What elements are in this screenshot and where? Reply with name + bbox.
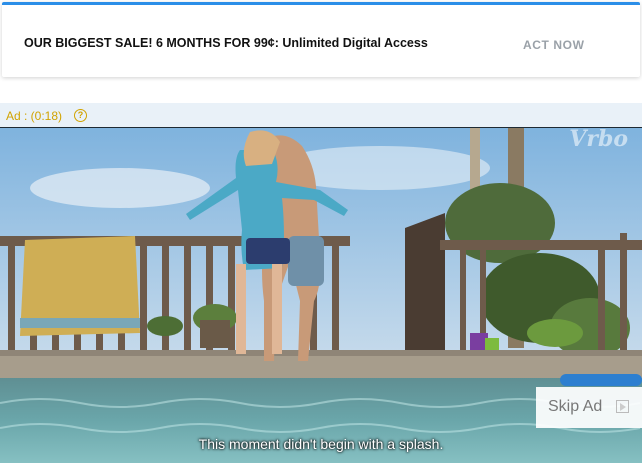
promo-banner: OUR BIGGEST SALE! 6 MONTHS FOR 99¢: Unli… <box>2 2 640 77</box>
promo-headline: OUR BIGGEST SALE! 6 MONTHS FOR 99¢: Unli… <box>24 36 428 50</box>
skip-next-icon <box>616 400 629 413</box>
ad-info-bar: Ad : (0:18) ? <box>0 103 642 128</box>
video-caption: This moment didn't begin with a splash. <box>198 436 444 452</box>
help-icon[interactable]: ? <box>74 109 87 122</box>
video-player[interactable]: Vrbo This moment didn't begin with a spl… <box>0 128 642 463</box>
skip-ad-label: Skip Ad <box>548 398 603 415</box>
skip-ad-button[interactable]: Skip Ad <box>536 387 642 428</box>
act-now-button[interactable]: ACT NOW <box>523 38 585 52</box>
vrbo-watermark: Vrbo <box>569 128 628 152</box>
ad-countdown-label: Ad : (0:18) <box>6 109 63 123</box>
